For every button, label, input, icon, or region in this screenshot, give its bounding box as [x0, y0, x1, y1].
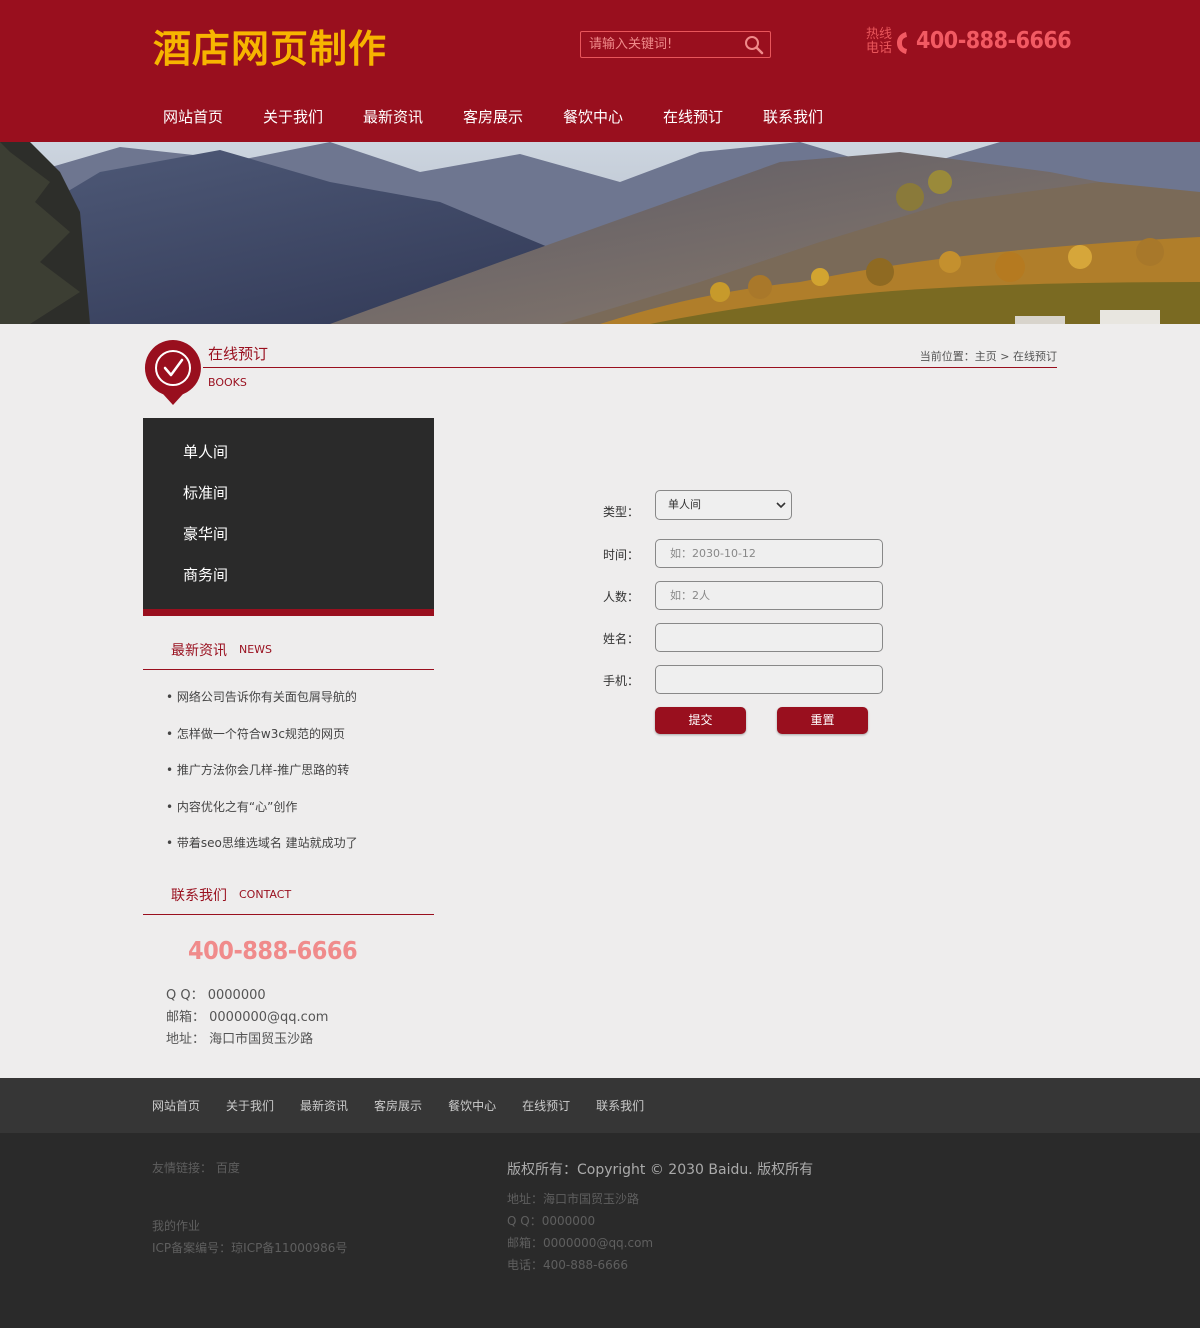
name-input[interactable]: [655, 623, 883, 652]
name-label: 姓名：: [603, 632, 640, 646]
type-row: 类型： 单人间: [600, 490, 890, 520]
contact-qq: Q Q： 0000000: [166, 988, 266, 1003]
site-logo[interactable]: 酒店网页制作: [153, 18, 387, 73]
type-select-value: 单人间: [668, 498, 701, 511]
room-standard[interactable]: 标准间: [143, 473, 434, 514]
copyright: 版权所有：Copyright © 2030 Baidu. 版权所有: [507, 1162, 814, 1178]
search-icon[interactable]: [744, 35, 764, 55]
footer-nav-news[interactable]: 最新资讯: [300, 1097, 348, 1114]
breadcrumb: 当前位置：主页 > 在线预订: [919, 350, 1057, 363]
header: 酒店网页制作 热线 电话 400-888-6666 网站首页 关于我们 最新资讯…: [0, 0, 1200, 142]
hotline-label-1: 热线: [866, 27, 893, 42]
nav-rooms[interactable]: 客房展示: [443, 106, 543, 127]
news-item[interactable]: • 带着seo思维选域名 建站就成功了: [166, 834, 358, 871]
news-item[interactable]: • 怎样做一个符合w3c规范的网页: [166, 725, 358, 762]
phone-label: 手机：: [603, 674, 640, 688]
nav-booking[interactable]: 在线预订: [643, 106, 743, 127]
type-select[interactable]: 单人间: [655, 490, 792, 520]
footer-address: 地址：海口市国贸玉沙路: [507, 1192, 640, 1206]
footer-nav-booking[interactable]: 在线预订: [522, 1097, 570, 1114]
footer-email: 邮箱：0000000@qq.com: [507, 1236, 654, 1250]
footer-qq: Q Q：0000000: [507, 1214, 596, 1228]
check-icon: [144, 340, 201, 405]
footer-nav-home[interactable]: 网站首页: [152, 1097, 200, 1114]
footer: 友情链接： 百度 我的作业 ICP备案编号：琼ICP备11000986号 版权所…: [0, 1133, 1200, 1328]
room-business[interactable]: 商务间: [143, 555, 434, 596]
name-row: 姓名：: [600, 623, 890, 653]
hotline-number[interactable]: 400-888-6666: [916, 28, 1072, 54]
contact-phone: 400-888-6666: [188, 936, 358, 965]
footer-nav-dining[interactable]: 餐饮中心: [448, 1097, 496, 1114]
news-item[interactable]: • 推广方法你会几样-推广思路的转: [166, 761, 358, 798]
hotline-label-2: 电话: [866, 41, 893, 56]
news-header: 最新资讯 NEWS: [143, 640, 434, 670]
news-title-en: NEWS: [239, 643, 273, 656]
phone-row: 手机：: [600, 665, 890, 695]
footer-nav-about[interactable]: 关于我们: [226, 1097, 274, 1114]
footer-nav: 网站首页 关于我们 最新资讯 客房展示 餐饮中心 在线预订 联系我们: [0, 1078, 1200, 1133]
contact-address: 地址： 海口市国贸玉沙路: [166, 1032, 314, 1047]
time-row: 时间：: [600, 539, 890, 569]
chevron-down-icon: [776, 502, 786, 509]
hotline-label: 热线 电话: [866, 28, 896, 56]
search-input[interactable]: [581, 32, 741, 57]
contact-email: 邮箱： 0000000@qq.com: [166, 1010, 329, 1025]
search-box: [580, 31, 771, 58]
news-title: 最新资讯: [171, 643, 227, 659]
room-deluxe[interactable]: 豪华间: [143, 514, 434, 555]
friend-links[interactable]: 友情链接： 百度: [152, 1159, 240, 1176]
time-label: 时间：: [603, 548, 640, 562]
nav-about[interactable]: 关于我们: [243, 106, 343, 127]
contact-info: Q Q： 0000000 邮箱： 0000000@qq.com 地址： 海口市国…: [166, 984, 328, 1050]
nav-home[interactable]: 网站首页: [143, 106, 243, 127]
homework-link[interactable]: 我的作业: [152, 1217, 200, 1234]
footer-phone: 电话：400-888-6666: [507, 1258, 629, 1272]
contact-header: 联系我们 CONTACT: [143, 885, 434, 915]
news-item[interactable]: • 内容优化之有“心”创作: [166, 798, 358, 835]
icp-number[interactable]: ICP备案编号：琼ICP备11000986号: [152, 1239, 347, 1256]
type-label: 类型：: [603, 505, 640, 519]
contact-title-en: CONTACT: [239, 888, 292, 901]
news-item[interactable]: • 网络公司告诉你有关面包屑导航的: [166, 688, 358, 725]
time-input[interactable]: [655, 539, 883, 568]
banner-image: [0, 142, 1200, 324]
room-single[interactable]: 单人间: [143, 432, 434, 473]
title-divider: [203, 367, 1057, 368]
page-title: 在线预订: [208, 345, 269, 363]
people-label: 人数：: [603, 590, 640, 604]
contact-title: 联系我们: [171, 888, 227, 904]
phone-icon: [897, 32, 907, 54]
phone-input[interactable]: [655, 665, 883, 694]
page-subtitle: BOOKS: [208, 376, 247, 389]
people-input[interactable]: [655, 581, 883, 610]
footer-nav-contact[interactable]: 联系我们: [596, 1097, 644, 1114]
main-nav: 网站首页 关于我们 最新资讯 客房展示 餐饮中心 在线预订 联系我们: [143, 106, 843, 127]
news-list: • 网络公司告诉你有关面包屑导航的 • 怎样做一个符合w3c规范的网页 • 推广…: [166, 688, 358, 871]
footer-nav-rooms[interactable]: 客房展示: [374, 1097, 422, 1114]
room-menu: 单人间 标准间 豪华间 商务间: [143, 418, 434, 616]
reset-button[interactable]: 重置: [777, 707, 868, 734]
nav-dining[interactable]: 餐饮中心: [543, 106, 643, 127]
nav-news[interactable]: 最新资讯: [343, 106, 443, 127]
people-row: 人数：: [600, 581, 890, 611]
nav-contact[interactable]: 联系我们: [743, 106, 843, 127]
submit-button[interactable]: 提交: [655, 707, 746, 734]
